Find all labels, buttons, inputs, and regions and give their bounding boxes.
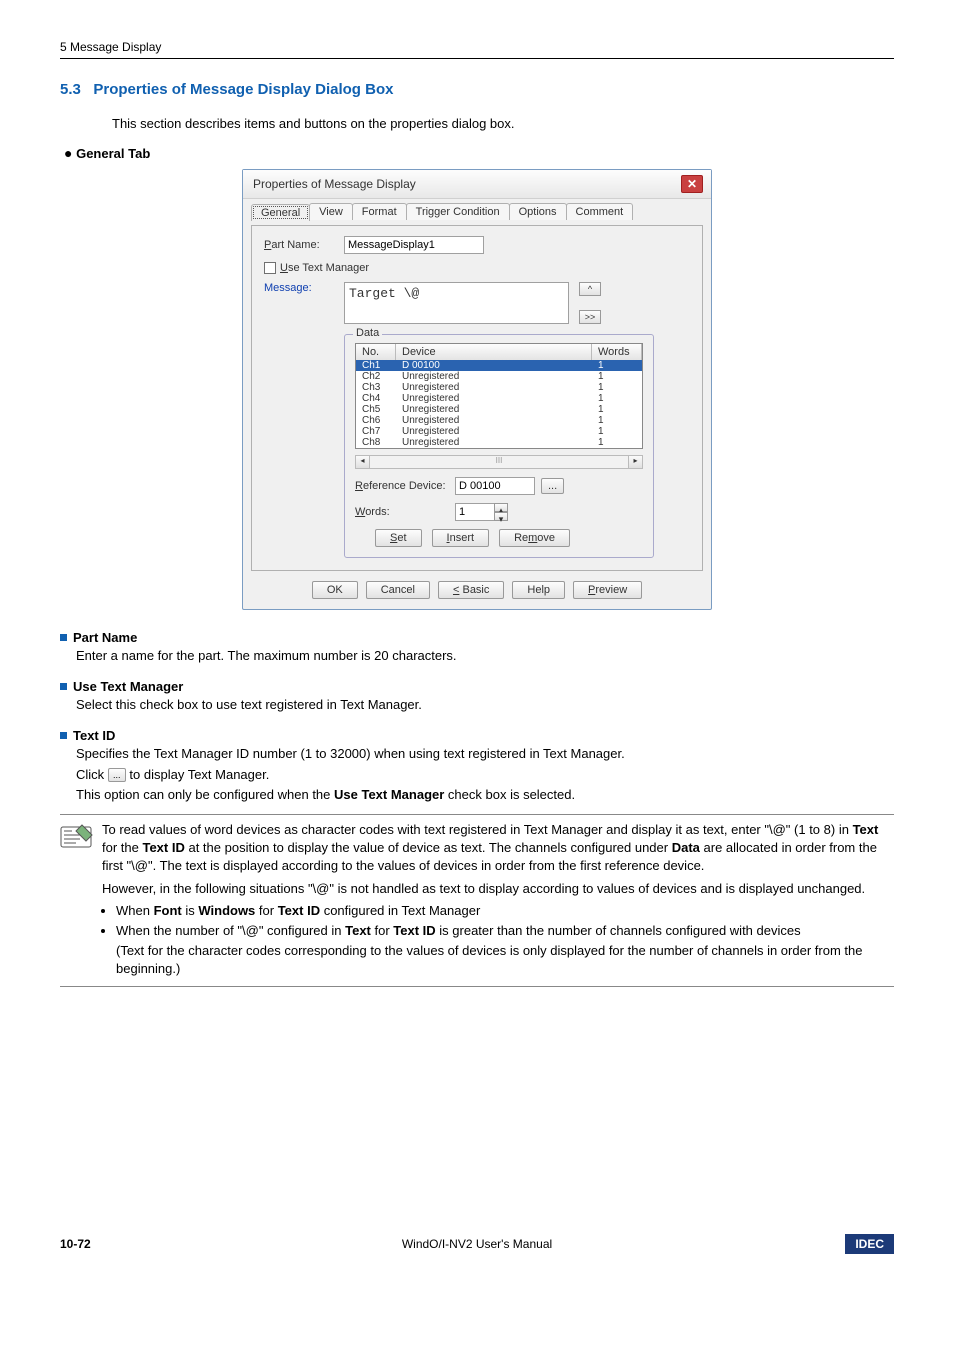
help-button[interactable]: Help	[512, 581, 565, 599]
words-input[interactable]	[455, 503, 495, 521]
section-number: 5.3	[60, 81, 81, 98]
message-label: Message:	[264, 282, 344, 294]
part-name-input[interactable]	[344, 236, 484, 254]
table-row[interactable]: Ch3Unregistered1	[356, 382, 642, 393]
scroll-left-icon[interactable]: ◂	[356, 456, 370, 468]
note-bullet-2: When the number of "\@" configured in Te…	[116, 922, 894, 979]
ref-device-input[interactable]	[455, 477, 535, 495]
tab-heading-suffix: Tab	[125, 146, 151, 161]
bullet-icon	[60, 683, 67, 690]
cancel-button[interactable]: Cancel	[366, 581, 430, 599]
tab-options[interactable]: Options	[509, 203, 567, 220]
dialog-title: Properties of Message Display	[253, 177, 416, 191]
sub-utm-body: Select this check box to use text regist…	[76, 696, 894, 714]
set-button[interactable]: Set	[375, 529, 422, 547]
footer-manual-title: WindO/I-NV2 User's Manual	[60, 1237, 894, 1251]
page-footer: 10-72 WindO/I-NV2 User's Manual IDEC	[60, 1234, 894, 1254]
chapter-header: 5 Message Display	[60, 40, 894, 59]
data-fieldset: Data No. Device Words Ch1 D 00100 1	[344, 334, 654, 558]
message-textarea[interactable]: Target \@	[344, 282, 569, 324]
msg-expand-button[interactable]: >>	[579, 310, 601, 324]
note-block: To read values of word devices as charac…	[60, 814, 894, 988]
data-table[interactable]: No. Device Words Ch1 D 00100 1 Ch2Unregi…	[355, 343, 643, 449]
dialog-titlebar: Properties of Message Display ✕	[243, 170, 711, 199]
sub-partname-heading: Part Name	[73, 630, 137, 645]
remove-button[interactable]: Remove	[499, 529, 570, 547]
tab-heading-label: General	[76, 146, 124, 161]
note-icon	[60, 823, 94, 851]
use-text-manager-checkbox[interactable]	[264, 262, 276, 274]
table-row[interactable]: Ch8Unregistered1	[356, 437, 642, 448]
properties-dialog: Properties of Message Display ✕ General …	[242, 169, 712, 610]
spin-down-icon[interactable]: ▾	[494, 512, 508, 521]
tab-heading: ● General Tab	[64, 145, 894, 161]
table-row[interactable]: Ch1 D 00100 1	[356, 360, 642, 371]
bullet-icon	[60, 732, 67, 739]
section-title: Properties of Message Display Dialog Box	[93, 81, 393, 98]
table-row[interactable]: Ch7Unregistered1	[356, 426, 642, 437]
fieldset-legend: Data	[353, 327, 382, 339]
table-row[interactable]: Ch4Unregistered1	[356, 393, 642, 404]
sub-utm-heading: Use Text Manager	[73, 679, 183, 694]
part-name-label: Part Name:	[264, 239, 344, 251]
tab-format[interactable]: Format	[352, 203, 407, 220]
tab-general[interactable]: General	[251, 204, 310, 221]
close-icon[interactable]: ✕	[681, 175, 703, 193]
col-no: No.	[356, 344, 396, 360]
tab-comment[interactable]: Comment	[566, 203, 634, 220]
table-row[interactable]: Ch5Unregistered1	[356, 404, 642, 415]
insert-button[interactable]: Insert	[432, 529, 490, 547]
section-heading: 5.3 Properties of Message Display Dialog…	[60, 81, 894, 98]
table-row[interactable]: Ch6Unregistered1	[356, 415, 642, 426]
sub-partname-body: Enter a name for the part. The maximum n…	[76, 647, 894, 665]
basic-button[interactable]: < Basic	[438, 581, 504, 599]
col-words: Words	[592, 344, 642, 360]
note-p2: However, in the following situations "\@…	[102, 880, 894, 898]
sub-textid-body3: This option can only be configured when …	[76, 786, 894, 804]
ellipsis-button-inline: ...	[108, 768, 126, 782]
sub-textid-heading: Text ID	[73, 728, 115, 743]
scroll-right-icon[interactable]: ▸	[628, 456, 642, 468]
table-hscroll[interactable]: ◂ III ▸	[355, 455, 643, 469]
ref-device-browse-button[interactable]: ...	[541, 478, 564, 494]
note-bullet-1: When Font is Windows for Text ID configu…	[116, 902, 894, 920]
tab-strip: General View Format Trigger Condition Op…	[251, 203, 703, 220]
note-p1: To read values of word devices as charac…	[102, 821, 894, 876]
msg-up-button[interactable]: ^	[579, 282, 601, 296]
ok-button[interactable]: OK	[312, 581, 358, 599]
preview-button[interactable]: Preview	[573, 581, 642, 599]
use-text-manager-label: Use Text Manager	[280, 262, 369, 274]
tab-view[interactable]: View	[309, 203, 353, 220]
table-row[interactable]: Ch2Unregistered1	[356, 371, 642, 382]
sub-textid-body2: Click ... to display Text Manager.	[76, 766, 894, 784]
tab-trigger[interactable]: Trigger Condition	[406, 203, 510, 220]
bullet-dot: ●	[64, 145, 72, 161]
col-device: Device	[396, 344, 592, 360]
spin-up-icon[interactable]: ▴	[494, 503, 508, 512]
sub-textid-body1: Specifies the Text Manager ID number (1 …	[76, 745, 894, 763]
bullet-icon	[60, 634, 67, 641]
section-intro: This section describes items and buttons…	[112, 116, 894, 131]
ref-device-label: Reference Device:	[355, 480, 455, 492]
words-label: Words:	[355, 506, 455, 518]
